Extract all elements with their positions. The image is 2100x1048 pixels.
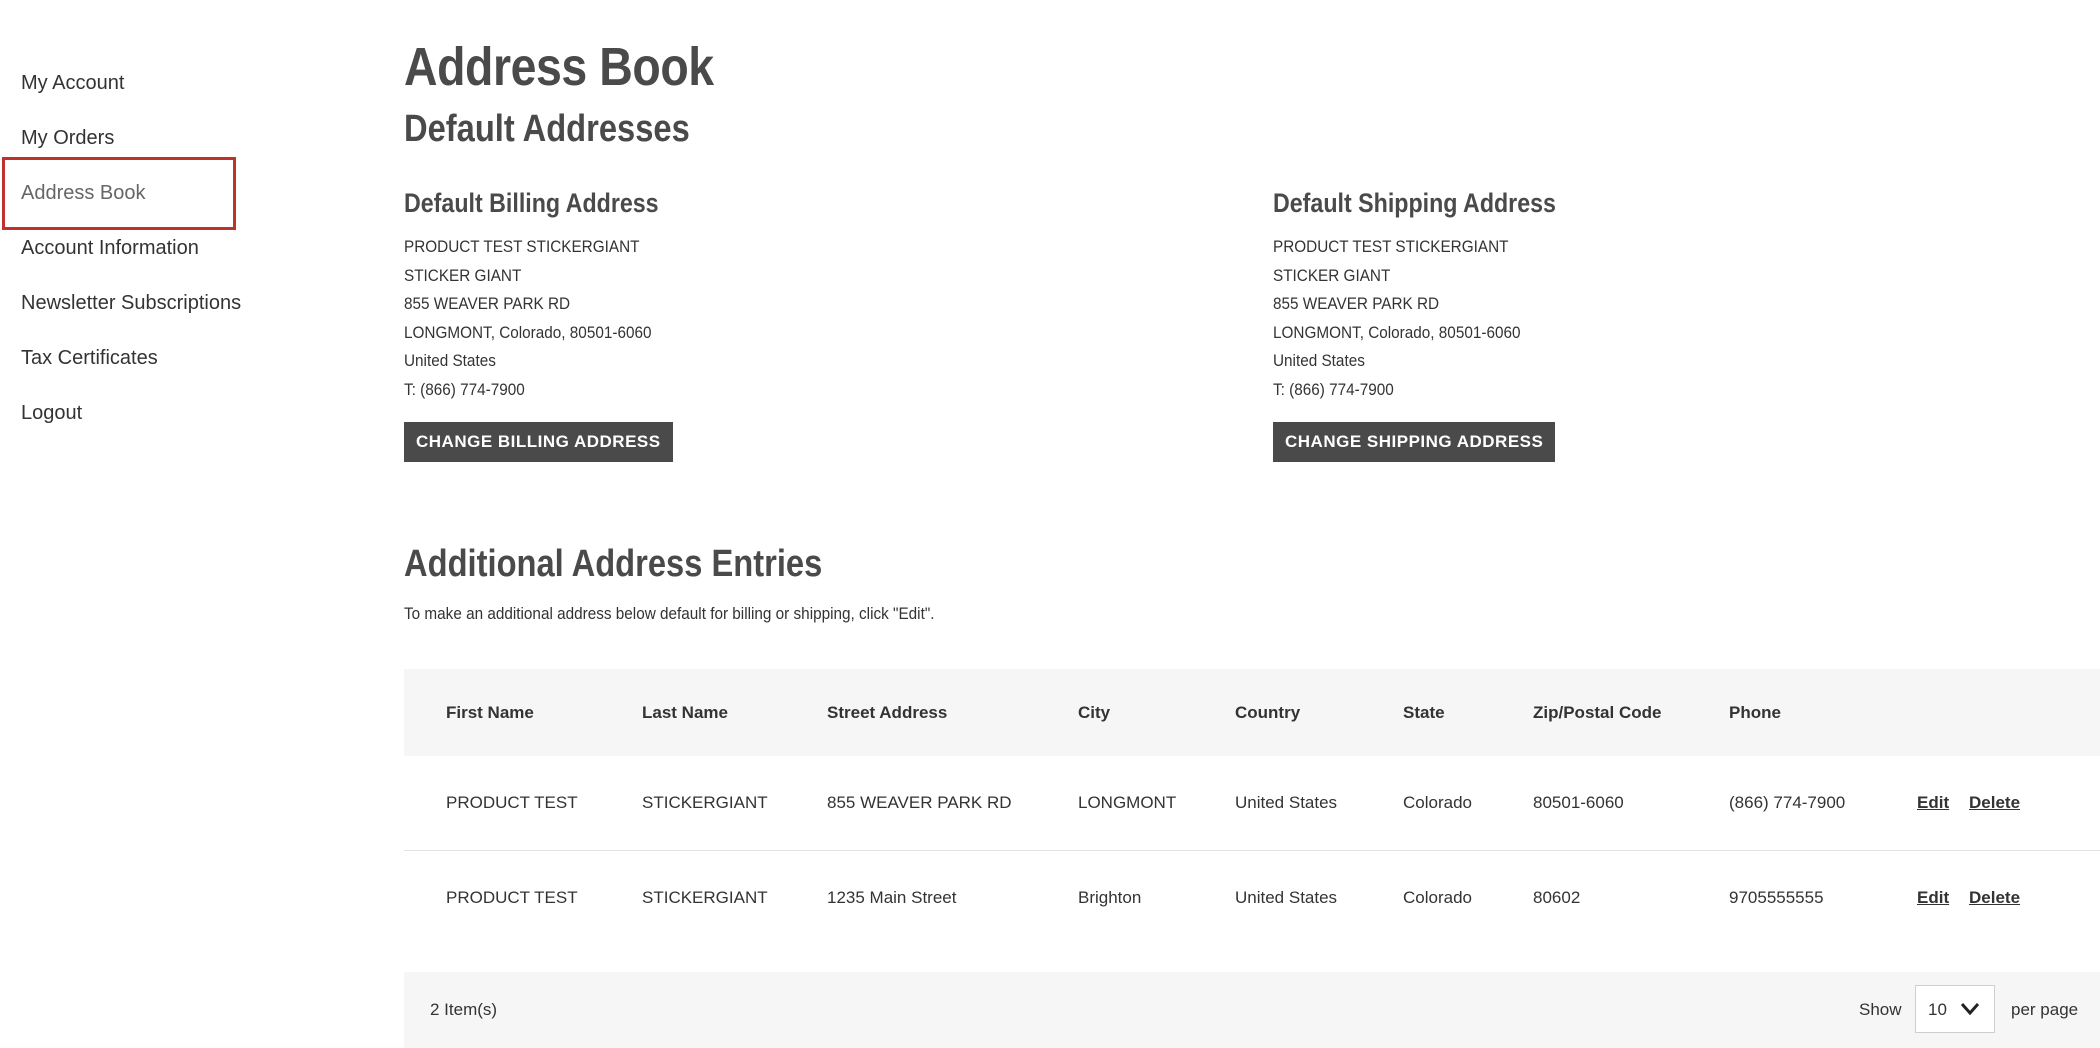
cell-zip: 80602: [1533, 888, 1581, 907]
table-header-row: First Name Last Name Street Address City…: [404, 669, 2100, 756]
per-page-select[interactable]: 10: [1915, 985, 1995, 1033]
cell-street-address: 1235 Main Street: [827, 888, 957, 907]
cell-first-name: PRODUCT TEST: [446, 793, 578, 812]
sidebar-item-label: Address Book: [21, 182, 146, 204]
cell-country: United States: [1235, 888, 1338, 907]
sidebar-item-label: Newsletter Subscriptions: [21, 292, 242, 314]
cell-state: Colorado: [1403, 793, 1472, 812]
page-title: Address Book: [404, 37, 714, 97]
column-header-first-name: First Name: [446, 702, 534, 722]
cell-first-name: PRODUCT TEST: [446, 888, 578, 907]
page: My Account My Orders Address Book Accoun…: [0, 0, 2100, 1048]
column-header-phone: Phone: [1729, 702, 1781, 722]
sidebar-item-tax-certificates[interactable]: Tax Certificates: [0, 331, 260, 386]
billing-street: 855 WEAVER PARK RD: [404, 294, 571, 314]
items-count: 2 Item(s): [430, 1000, 498, 1019]
shipping-phone: T: (866) 774-7900: [1273, 379, 1394, 399]
billing-heading: Default Billing Address: [404, 188, 659, 218]
delete-link[interactable]: Delete: [1969, 888, 2020, 908]
cell-city: Brighton: [1078, 888, 1142, 907]
sidebar-item-address-book[interactable]: Address Book: [0, 157, 260, 230]
column-header-state: State: [1403, 702, 1445, 722]
shipping-street: 855 WEAVER PARK RD: [1273, 294, 1440, 314]
cell-phone: (866) 774-7900: [1729, 793, 1846, 812]
table-row: PRODUCT TEST STICKERGIANT 855 WEAVER PAR…: [404, 756, 2100, 851]
account-sidebar: My Account My Orders Address Book Accoun…: [0, 56, 260, 441]
per-page-label: per page: [2011, 1000, 2079, 1019]
billing-city-state-zip: LONGMONT, Colorado, 80501-6060: [404, 322, 652, 342]
default-billing-address: Default Billing Address PRODUCT TEST STI…: [404, 188, 700, 462]
cell-last-name: STICKERGIANT: [642, 888, 768, 907]
shipping-name: PRODUCT TEST STICKERGIANT: [1273, 237, 1509, 256]
sidebar-item-label: My Orders: [21, 127, 115, 149]
chevron-down-icon: [1960, 1003, 1980, 1016]
sidebar-item-label: Logout: [21, 402, 83, 424]
shipping-country: United States: [1273, 351, 1365, 371]
column-header-street-address: Street Address: [827, 702, 948, 722]
column-header-zip: Zip/Postal Code: [1533, 702, 1662, 722]
default-shipping-address: Default Shipping Address PRODUCT TEST ST…: [1273, 188, 1602, 462]
shipping-city-state-zip: LONGMONT, Colorado, 80501-6060: [1273, 322, 1521, 342]
edit-link[interactable]: Edit: [1917, 888, 1949, 908]
sidebar-item-account-information[interactable]: Account Information: [0, 221, 260, 276]
column-header-city: City: [1078, 702, 1111, 722]
shipping-heading: Default Shipping Address: [1273, 188, 1556, 218]
cell-street-address: 855 WEAVER PARK RD: [827, 793, 1012, 812]
sidebar-item-my-account[interactable]: My Account: [0, 56, 260, 111]
shipping-company: STICKER GIANT: [1273, 265, 1391, 285]
column-header-last-name: Last Name: [642, 702, 728, 722]
default-addresses-title: Default Addresses: [404, 108, 690, 150]
table-row: PRODUCT TEST STICKERGIANT 1235 Main Stre…: [404, 851, 2100, 945]
cell-state: Colorado: [1403, 888, 1472, 907]
sidebar-item-newsletter-subscriptions[interactable]: Newsletter Subscriptions: [0, 276, 260, 331]
change-billing-address-button[interactable]: CHANGE BILLING ADDRESS: [404, 421, 673, 462]
additional-addresses-title: Additional Address Entries: [404, 543, 823, 585]
edit-link[interactable]: Edit: [1917, 793, 1949, 813]
additional-addresses-note: To make an additional address below defa…: [404, 604, 935, 623]
cell-zip: 80501-6060: [1533, 793, 1624, 812]
change-shipping-address-button[interactable]: CHANGE SHIPPING ADDRESS: [1273, 421, 1556, 462]
sidebar-item-label: Tax Certificates: [21, 347, 158, 369]
table-toolbar: 2 Item(s) Show 10 per page: [404, 972, 2100, 1048]
billing-phone: T: (866) 774-7900: [404, 379, 525, 399]
cell-city: LONGMONT: [1078, 793, 1177, 812]
billing-country: United States: [404, 351, 496, 371]
cell-last-name: STICKERGIANT: [642, 793, 768, 812]
column-header-country: Country: [1235, 702, 1301, 722]
per-page-value: 10: [1928, 1000, 1947, 1019]
cell-phone: 9705555555: [1729, 888, 1824, 907]
sidebar-item-label: Account Information: [21, 237, 199, 259]
cell-country: United States: [1235, 793, 1338, 812]
billing-name: PRODUCT TEST STICKERGIANT: [404, 237, 640, 256]
billing-company: STICKER GIANT: [404, 265, 522, 285]
sidebar-item-logout[interactable]: Logout: [0, 386, 260, 441]
address-table: First Name Last Name Street Address City…: [404, 669, 2100, 945]
show-label: Show: [1859, 1000, 1902, 1019]
delete-link[interactable]: Delete: [1969, 793, 2020, 813]
sidebar-item-label: My Account: [21, 72, 125, 94]
